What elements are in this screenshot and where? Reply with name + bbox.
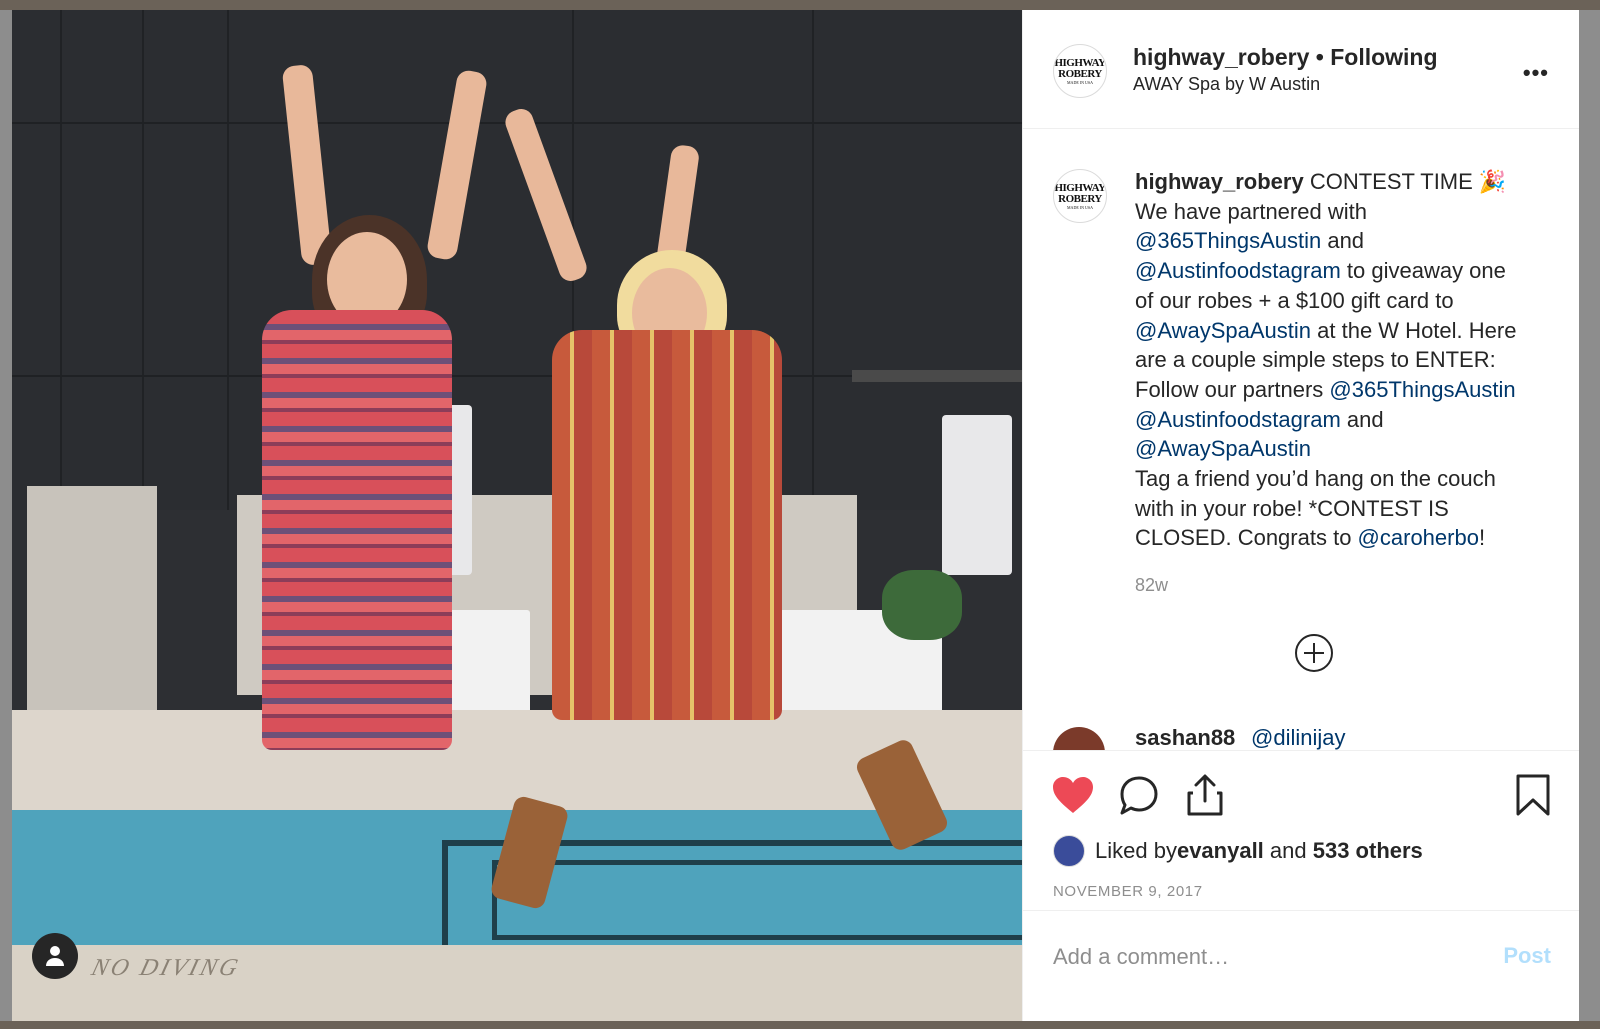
likes-prefix: Liked by <box>1095 838 1177 863</box>
caption-age[interactable]: 82w <box>1135 575 1168 596</box>
caption-mention[interactable]: @AwaySpaAustin <box>1135 436 1311 461</box>
save-button[interactable] <box>1515 773 1551 822</box>
person-right-robe <box>552 330 782 720</box>
likes-summary[interactable]: Liked by evanyall and 533 others <box>1053 835 1423 867</box>
likes-count[interactable]: 533 others <box>1313 838 1423 864</box>
caption-mention[interactable]: @caroherbo <box>1358 525 1479 550</box>
comment-mention[interactable]: @dilinijay <box>1251 725 1345 750</box>
share-icon <box>1187 774 1223 816</box>
bookmark-icon <box>1516 774 1550 816</box>
avatar-text: MADE IN USA <box>1067 204 1093 210</box>
post-actions: Liked by evanyall and 533 others NOVEMBE… <box>1023 750 1579 911</box>
avatar-text: HIGHWAY <box>1054 56 1106 69</box>
post-photo[interactable]: NO DIVING <box>12 10 1022 1021</box>
caption-mention[interactable]: @365ThingsAustin <box>1329 377 1515 402</box>
caption-mention[interactable]: @365ThingsAustin <box>1135 228 1321 253</box>
wall-seam <box>227 10 229 510</box>
wall-seam <box>812 10 814 510</box>
post-caption: highway_robery CONTEST TIME 🎉 We have pa… <box>1135 167 1555 553</box>
caption-mention[interactable]: @Austinfoodstagram <box>1135 258 1341 283</box>
comment-icon <box>1120 776 1158 815</box>
caption-text: and <box>1346 406 1384 432</box>
avatar-text: ROBERY <box>1058 192 1102 205</box>
load-more-comments-icon[interactable] <box>1295 634 1333 672</box>
caption-body: CONTEST TIME 🎉 We have partnered with @3… <box>1135 169 1516 550</box>
post-side-panel: HIGHWAY ROBERY MADE IN USA highway_rober… <box>1022 10 1579 1021</box>
comment-button[interactable] <box>1118 775 1160 822</box>
avatar-text: ROBERY <box>1058 67 1102 80</box>
lounge-chair <box>440 610 530 720</box>
post-header: HIGHWAY ROBERY MADE IN USA highway_rober… <box>1023 10 1579 129</box>
pool-tile-pattern <box>492 860 1022 940</box>
wall-seam <box>60 10 62 510</box>
caption-text: and <box>1327 228 1365 254</box>
feed-background-top <box>0 0 1600 10</box>
no-diving-sign: NO DIVING <box>88 955 244 981</box>
post-modal: NO DIVING HIGHWAY ROBERY MADE IN USA hig… <box>12 10 1588 1021</box>
heart-icon <box>1053 777 1093 813</box>
person-left-robe <box>262 310 452 750</box>
author-username-following[interactable]: highway_robery • Following <box>1133 44 1438 71</box>
concrete-wall <box>27 486 157 716</box>
share-button[interactable] <box>1185 773 1225 822</box>
comment-input[interactable] <box>1051 941 1475 973</box>
likes-mid: and <box>1263 838 1313 863</box>
author-avatar[interactable]: HIGHWAY ROBERY MADE IN USA <box>1053 44 1107 98</box>
backdrop-left <box>0 10 12 1021</box>
photo-wall <box>12 10 1022 510</box>
comment-avatar[interactable] <box>1053 727 1105 750</box>
caption-mention[interactable]: @Austinfoodstagram <box>1135 407 1341 432</box>
umbrella <box>942 415 1012 575</box>
liker-username[interactable]: evanyall <box>1177 838 1264 864</box>
feed-background-bottom <box>0 1021 1600 1029</box>
plant <box>882 570 962 640</box>
post-date[interactable]: NOVEMBER 9, 2017 <box>1053 883 1203 900</box>
user-icon <box>46 946 64 966</box>
liker-avatar[interactable] <box>1053 835 1085 867</box>
add-comment-bar: Post <box>1023 910 1579 1022</box>
more-options-icon[interactable]: ••• <box>1523 60 1549 86</box>
caption-username[interactable]: highway_robery <box>1135 169 1304 194</box>
wall-seam <box>142 10 144 510</box>
pergola <box>852 370 1022 382</box>
post-location[interactable]: AWAY Spa by W Austin <box>1133 74 1320 95</box>
comment-username[interactable]: sashan88 <box>1135 725 1235 750</box>
tagged-users-button[interactable] <box>32 933 78 979</box>
caption-mention[interactable]: @AwaySpaAustin <box>1135 318 1311 343</box>
caption-text: ! <box>1478 525 1486 551</box>
comments-list[interactable]: HIGHWAY ROBERY MADE IN USA highway_rober… <box>1023 129 1579 750</box>
avatar-text: MADE IN USA <box>1067 79 1093 85</box>
avatar-text: HIGHWAY <box>1054 181 1106 194</box>
like-button[interactable] <box>1051 775 1095 820</box>
post-comment-button[interactable]: Post <box>1503 943 1551 969</box>
caption-author-avatar[interactable]: HIGHWAY ROBERY MADE IN USA <box>1053 169 1107 223</box>
